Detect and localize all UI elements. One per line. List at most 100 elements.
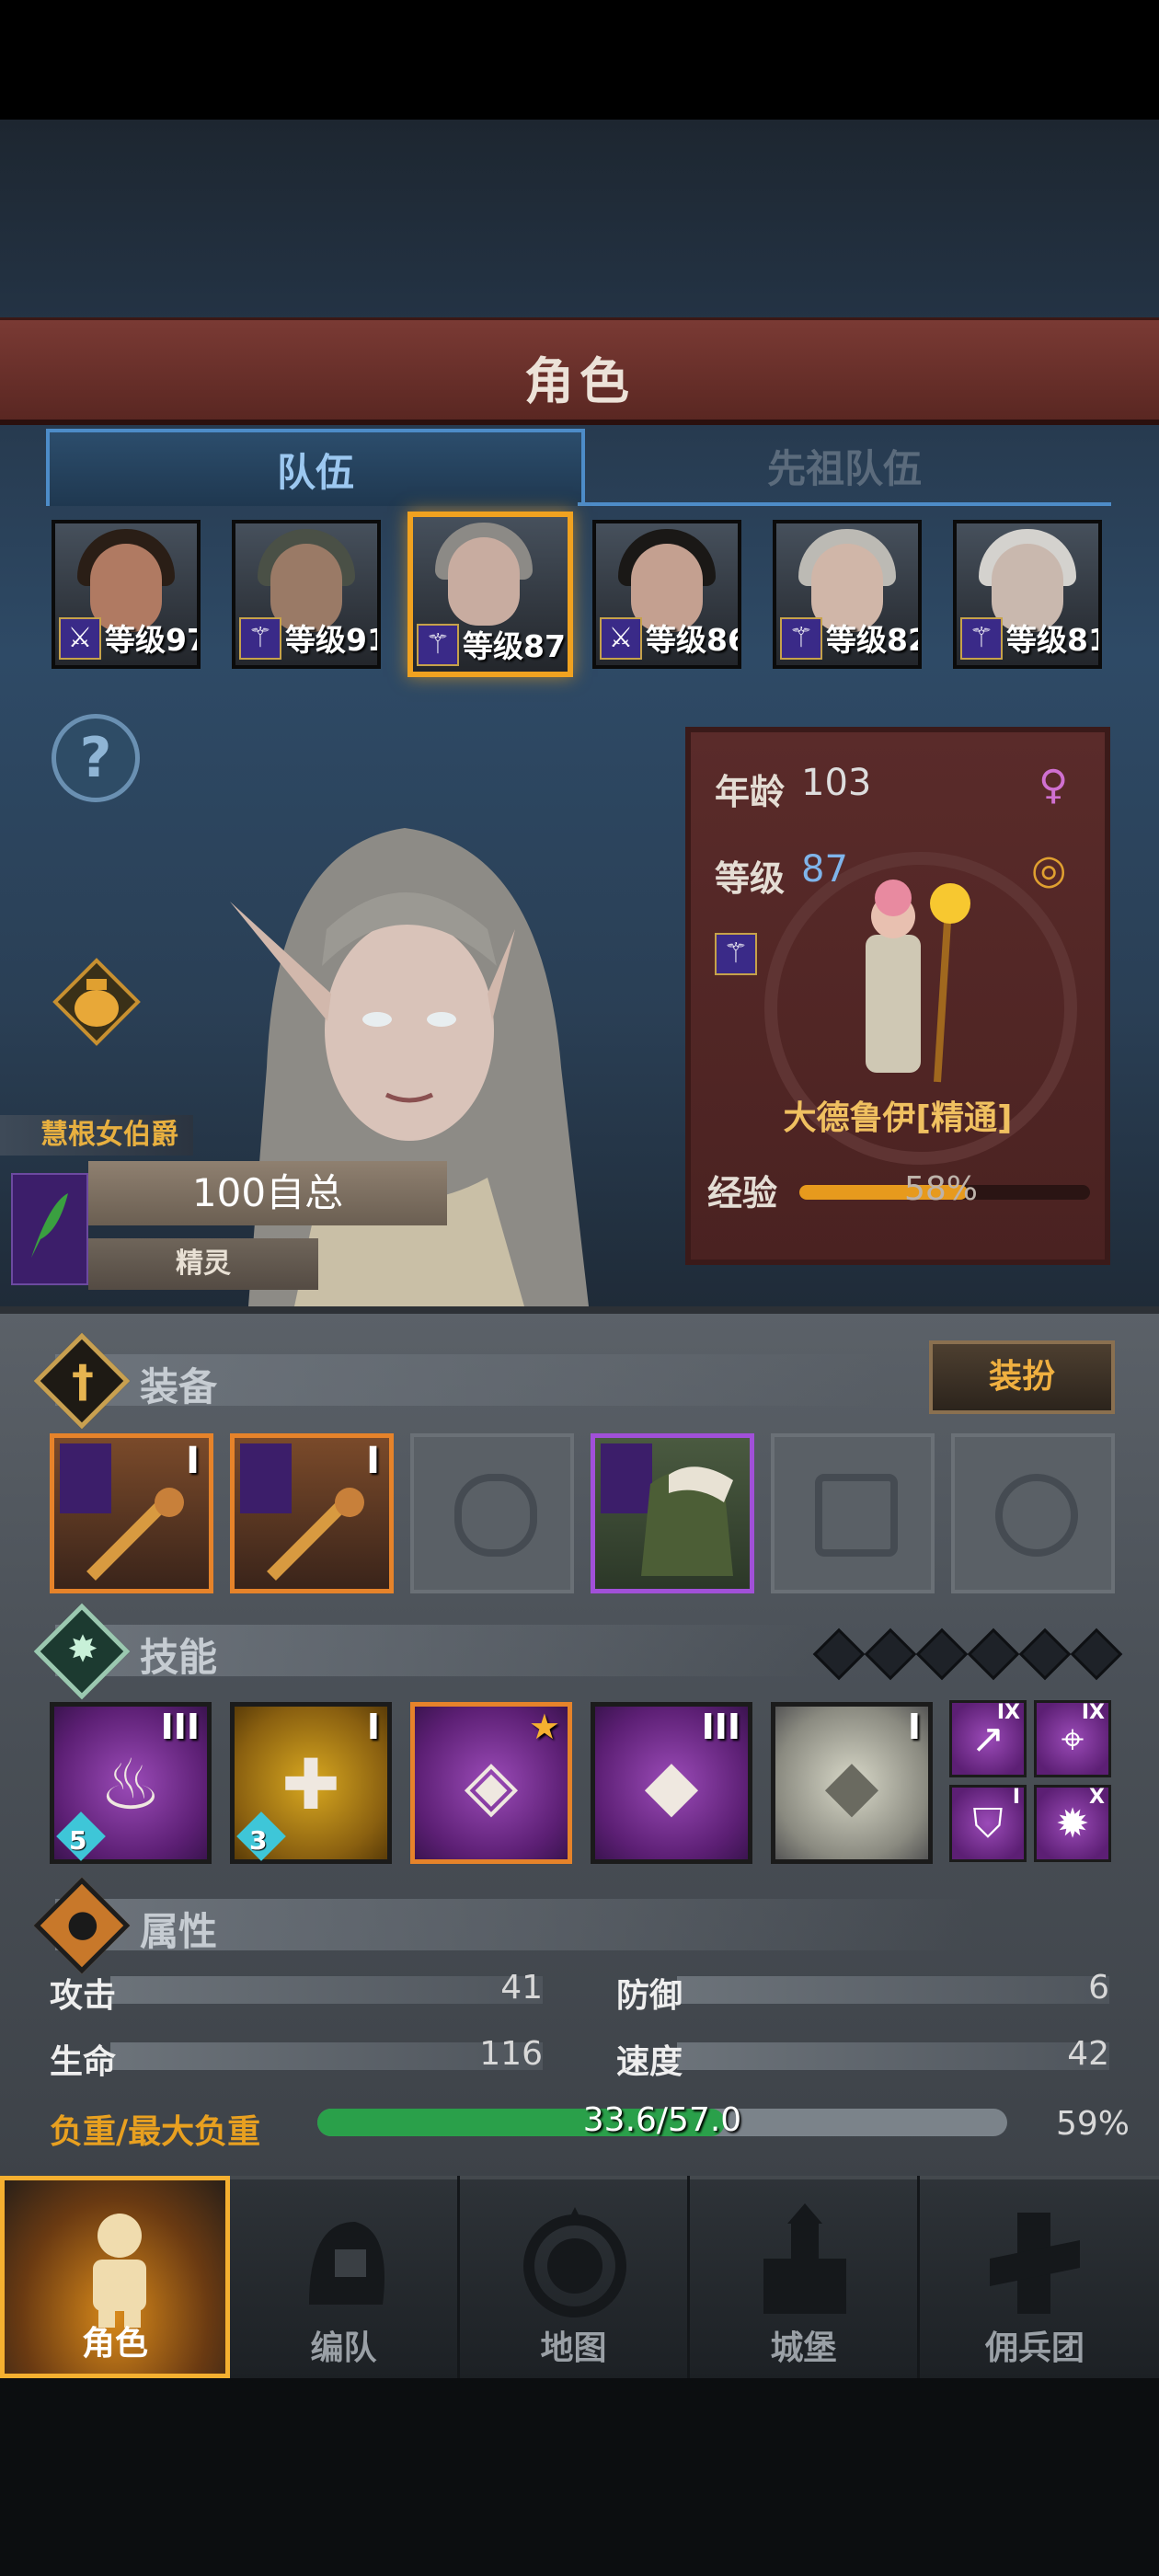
potion-icon[interactable] <box>52 957 142 1047</box>
party-member-level: 等级82 <box>826 622 922 658</box>
nav-label: 地图 <box>540 2329 607 2367</box>
exp-label: 经验 <box>707 1173 778 1213</box>
portrait-face <box>448 537 520 626</box>
skill-gem-count: 5 <box>69 1825 87 1856</box>
system-navigation-area <box>0 2378 1159 2576</box>
nav-character[interactable]: 角色 <box>0 2176 230 2378</box>
equip-slot-armor[interactable] <box>591 1433 754 1593</box>
level-label: 等级 <box>715 858 786 899</box>
person-icon: ● <box>66 1903 99 1945</box>
nav-label: 佣兵团 <box>984 2329 1084 2367</box>
party-member-level: 等级87 <box>463 628 566 664</box>
defense-label: 防御 <box>616 1977 683 2015</box>
item-tier: I <box>366 1440 380 1482</box>
sword-class-icon: ⚔ <box>600 617 642 660</box>
load-label: 负重/最大负重 <box>50 2113 261 2151</box>
equip-slot-weapon[interactable]: I <box>50 1433 213 1593</box>
compass-star-icon: ✸ <box>67 1628 98 1671</box>
party-member-6[interactable]: ⚚ 等级81 <box>953 520 1102 669</box>
skill-tier: I <box>907 1707 921 1747</box>
outfit-button[interactable]: 装扮 <box>929 1340 1115 1414</box>
skill-flame[interactable]: ♨ III 5 <box>50 1702 212 1864</box>
character-info-card: 年龄 103 ♀ 等级 87 ◎ ⚚ 大德鲁伊[精通] 经验 58% <box>685 727 1110 1265</box>
age-value: 103 <box>801 762 872 804</box>
age-label: 年龄 <box>715 772 786 812</box>
party-member-5[interactable]: ⚚ 等级82 <box>773 520 922 669</box>
party-member-4[interactable]: ⚔ 等级86 <box>592 520 741 669</box>
nav-formation[interactable]: 编队 <box>230 2176 460 2378</box>
party-member-level: 等级81 <box>1006 622 1102 658</box>
staff-class-icon: ⚚ <box>417 624 459 666</box>
female-icon: ♀ <box>1039 762 1069 809</box>
skill-crystal-grab[interactable]: ◆ III <box>591 1702 752 1864</box>
defense-value: 6 <box>1088 1969 1109 2007</box>
party-member-2[interactable]: ⚚ 等级91 <box>232 520 381 669</box>
mini-skill-tier: X <box>1089 1786 1105 1809</box>
tab-ancestor-team[interactable]: 先祖队伍 <box>578 429 1111 506</box>
helmet-placeholder-icon <box>454 1474 537 1557</box>
attack-value: 41 <box>500 1969 543 2007</box>
tab-team[interactable]: 队伍 <box>46 429 585 506</box>
nav-label: 城堡 <box>770 2329 837 2367</box>
mini-skill-tier: IX <box>1081 1701 1105 1724</box>
header-bar: 角色 <box>0 317 1159 425</box>
load-value: 33.6/57.0 <box>582 2101 742 2139</box>
hp-value: 116 <box>479 2035 543 2073</box>
party-member-level: 等级91 <box>285 622 381 658</box>
staff-class-icon: ⚚ <box>780 617 822 660</box>
status-bar-area <box>0 0 1159 120</box>
skill-tier: III <box>701 1707 740 1747</box>
mini-skill-shield[interactable]: ⛉ I <box>949 1785 1027 1862</box>
crystal-hand-icon: ◆ <box>644 1743 699 1825</box>
party-member-3-selected[interactable]: ⚚ 等级87 <box>407 512 573 677</box>
attributes-title: 属性 <box>140 1909 218 1954</box>
equip-slot-helmet[interactable] <box>410 1433 574 1593</box>
item-tier: I <box>186 1440 200 1482</box>
equip-slot-ring[interactable] <box>951 1433 1115 1593</box>
hero-name-plate[interactable]: 100自总 <box>88 1161 447 1225</box>
equip-slot-boots[interactable] <box>771 1433 935 1593</box>
class-name: 大德鲁伊[精通] <box>783 1099 1013 1137</box>
sword-class-icon: ⚔ <box>59 617 101 660</box>
mini-skill-tier: IX <box>996 1701 1020 1724</box>
attack-label: 攻击 <box>50 1977 117 2015</box>
flame-icon: ♨ <box>98 1743 163 1825</box>
boots-placeholder-icon <box>815 1474 898 1557</box>
skill-tornado[interactable]: ◈ ★ <box>410 1702 572 1864</box>
speed-value: 42 <box>1067 2035 1109 2073</box>
exp-percent: 58% <box>904 1170 979 1208</box>
load-percent: 59% <box>1055 2105 1130 2143</box>
helmet-formation-icon <box>309 2222 384 2305</box>
staff-class-icon: ⚚ <box>960 617 1003 660</box>
mini-skill-spear[interactable]: ↗ IX <box>949 1700 1027 1777</box>
heal-shield-icon: ✚ <box>281 1743 340 1825</box>
skill-heal-shield[interactable]: ✚ I 3 <box>230 1702 392 1864</box>
mercenary-banner-icon <box>990 2213 1080 2314</box>
crystal-hand-icon: ◆ <box>824 1743 879 1825</box>
staff-item-icon <box>86 1488 184 1581</box>
skill-crystal-grab-passive[interactable]: ◆ I <box>771 1702 933 1864</box>
nav-map[interactable]: 地图 <box>460 2176 690 2378</box>
speed-label: 速度 <box>616 2043 683 2081</box>
ring-icon: ◎ <box>1031 846 1067 893</box>
mini-skill-target[interactable]: ⌖ IX <box>1034 1700 1111 1777</box>
page-title: 角色 <box>524 352 635 410</box>
tornado-icon: ◈ <box>464 1743 519 1825</box>
class-figure <box>866 880 970 1083</box>
nav-castle[interactable]: 城堡 <box>690 2176 920 2378</box>
skill-tier: I <box>366 1707 380 1747</box>
skill-tier: III <box>160 1707 200 1747</box>
mini-skill-burst[interactable]: ✹ X <box>1034 1785 1111 1862</box>
equip-slot-offhand[interactable]: I <box>230 1433 394 1593</box>
skill-gem-count: 3 <box>249 1825 268 1856</box>
mini-skill-tier: I <box>1012 1786 1020 1809</box>
skill-star: ★ <box>528 1707 560 1747</box>
party-member-level: 等级97 <box>105 622 201 658</box>
skills-title: 技能 <box>140 1635 218 1680</box>
help-button[interactable]: ? <box>52 714 140 802</box>
staff-item-icon <box>267 1488 364 1581</box>
hp-label: 生命 <box>50 2043 117 2081</box>
party-member-1[interactable]: ⚔ 等级97 <box>52 520 201 669</box>
nav-mercenary[interactable]: 佣兵团 <box>920 2176 1150 2378</box>
faction-banner-icon <box>11 1173 88 1285</box>
